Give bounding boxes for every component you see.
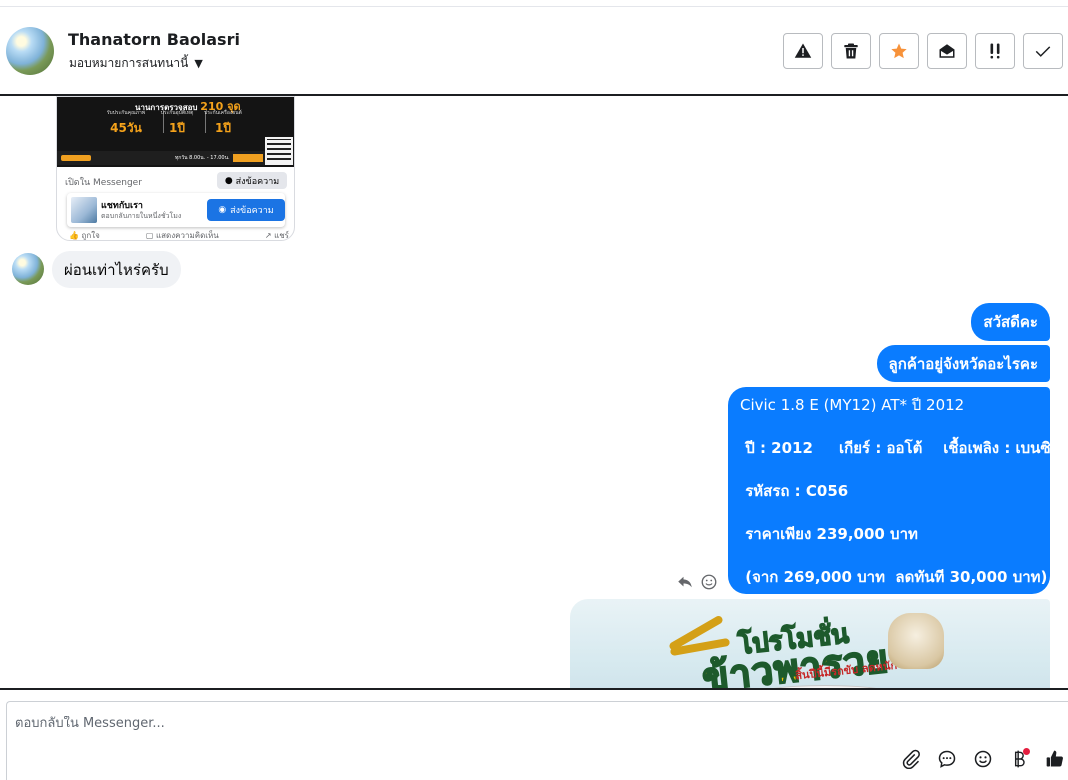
outgoing-message[interactable]: สวัสดีคะ [971,303,1050,341]
composer-toolbar [900,748,1066,770]
like-action[interactable]: 👍 ถูกใจ [69,229,100,240]
notification-dot [1023,748,1030,755]
mark-unread-button[interactable] [927,33,967,69]
saved-reply-icon [938,750,956,768]
emoji-icon [974,750,992,768]
caret-down-icon: ▼ [194,57,203,70]
attach-button[interactable] [900,748,922,770]
car-model: Civic 1.8 E (MY12) AT* ปี 2012 [740,396,965,414]
post-image: นานการตรวจสอบ 210 จุด รับประกันคุณภาพ 45… [57,97,294,167]
delete-button[interactable] [831,33,871,69]
poster-stat: ประกันอุบัติเหตุ 1ปี [160,110,194,135]
car-discount: (จาก 269,000 บาท ลดทันที 30,000 บาท) [740,568,1048,586]
emoji-reaction-icon[interactable] [700,573,718,591]
comment-action[interactable]: ▢ แสดงความคิดเห็น [146,229,219,240]
assign-label: มอบหมายการสนทนานี้ [69,56,189,70]
conversation-thread[interactable]: นานการตรวจสอบ 210 จุด รับประกันคุณภาพ 45… [0,96,1068,688]
done-button[interactable] [1023,33,1063,69]
poster-stat: ประกันเครื่องยนต์ 1ปี [204,110,242,135]
car-price: ราคาเพียง 239,000 บาท [740,525,918,543]
check-icon [1035,46,1051,57]
spam-button[interactable] [783,33,823,69]
rice-sack-graphic [888,613,944,669]
page-thumbnail [71,197,97,223]
contact-avatar[interactable] [6,27,54,75]
shared-post-card[interactable]: นานการตรวจสอบ 210 จุด รับประกันคุณภาพ 45… [56,96,295,241]
like-send-button[interactable] [1044,748,1066,770]
chat-card-title: แชทกับเรา [101,201,143,211]
message-actions [676,573,718,591]
star-button[interactable] [879,33,919,69]
car-code: รหัสรถ : C056 [740,482,849,500]
poster-stat: รับประกันคุณภาพ 45วัน [106,110,146,135]
reply-input[interactable] [15,716,1055,731]
chat-with-us-card[interactable]: แชทกับเรา ตอบกลับภายในหนึ่งชั่วโมง ◉ ส่ง… [67,193,285,227]
conversation-header: Thanatorn Baolasri มอบหมายการสนทนานี้ ▼ [0,7,1068,96]
emoji-button[interactable] [972,748,994,770]
payment-button[interactable] [1008,748,1030,770]
thumbs-up-icon [1046,750,1063,767]
assign-conversation-dropdown[interactable]: มอบหมายการสนทนานี้ ▼ [69,54,203,73]
send-message-button[interactable]: ◉ ส่งข้อความ [207,199,285,221]
open-in-messenger-row: เปิดใน Messenger ● ส่งข้อความ [57,169,294,191]
send-message-pill[interactable]: ● ส่งข้อความ [217,172,287,189]
reply-icon[interactable] [676,573,694,591]
contact-name[interactable]: Thanatorn Baolasri [68,30,240,49]
car-specs: ปี : 2012 เกียร์ : ออโต้ เชื้อเพลิง : เบ… [740,439,1061,457]
incoming-message[interactable]: ผ่อนเท่าไหร่ครับ [52,251,181,288]
trash-icon [844,43,858,59]
follow-up-button[interactable] [975,33,1015,69]
chat-card-subtitle: ตอบกลับภายในหนึ่งชั่วโมง [101,212,182,220]
outgoing-message[interactable]: ลูกค้าอยู่จังหวัดอะไรคะ [876,345,1050,382]
composer-divider [0,688,1068,690]
star-icon [891,43,907,59]
messenger-icon: ◉ [218,205,227,215]
qr-code [265,137,293,165]
conversation-toolbar [783,33,1063,69]
outgoing-message-car-details[interactable]: Civic 1.8 E (MY12) AT* ปี 2012 ปี : 2012… [728,387,1061,594]
saved-reply-button[interactable] [936,748,958,770]
envelope-open-icon [939,44,955,58]
paperclip-icon [902,749,920,769]
promo-image-message[interactable]: โปรโมชั่น ข้าวพารวย สิ้นปีนี้มีรถขับ ลดห… [570,599,1050,688]
messenger-icon: ● [224,175,233,186]
contact-avatar-small [12,253,44,285]
open-in-messenger-label: เปิดใน Messenger [65,178,142,188]
warning-icon [794,43,812,58]
share-action[interactable]: ↗ แชร์ [265,229,289,240]
exclamation-icon [990,43,1000,59]
post-reactions: 👍 ถูกใจ ▢ แสดงความคิดเห็น ↗ แชร์ [69,229,289,240]
poster-footer: ทุกวัน 8.00น. - 17.00น. [57,151,294,165]
